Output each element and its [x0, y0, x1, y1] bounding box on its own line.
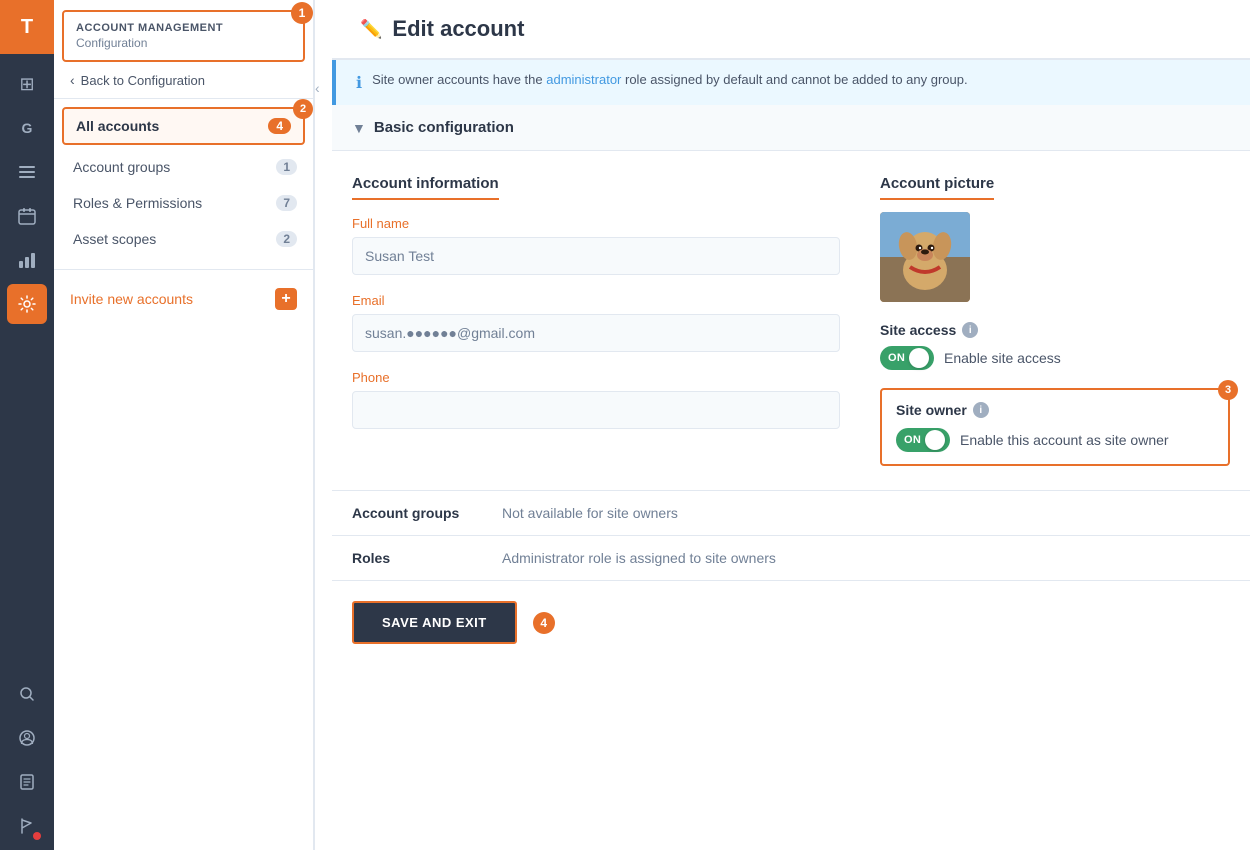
sidebar-item-badge: 2 [293, 99, 313, 119]
form-right: Account picture [880, 175, 1230, 466]
collapse-arrow-icon: ‹ [315, 80, 320, 96]
settings-icon[interactable] [7, 284, 47, 324]
form-left: Account information Full name Email Phon… [352, 175, 840, 466]
invite-plus-icon: + [275, 288, 297, 310]
info-banner: ℹ Site owner accounts have the administr… [332, 60, 1250, 105]
site-owner-info-icon[interactable]: i [973, 402, 989, 418]
icon-nav-items: ⊞ G [0, 54, 54, 674]
sidebar-invite-label: Invite new accounts [70, 291, 193, 307]
chevron-left-icon: ‹ [70, 72, 75, 88]
site-access-info-icon[interactable]: i [962, 322, 978, 338]
account-avatar[interactable] [880, 212, 970, 302]
toggle-knob [909, 348, 929, 368]
account-picture-section: Account picture [880, 175, 1230, 302]
form-area: Account information Full name Email Phon… [332, 151, 1250, 490]
account-info-heading: Account information [352, 175, 499, 200]
sidebar-item-label: Account groups [73, 159, 170, 175]
email-field: Email [352, 293, 840, 352]
site-owner-section: 3 Site owner i ON Enable this account as… [880, 388, 1230, 466]
sidebar-invite-btn[interactable]: Invite new accounts + [54, 278, 313, 320]
save-area: SAVE AND EXIT 4 [332, 580, 1250, 664]
toggle-on-label: ON [900, 434, 925, 446]
site-access-toggle-text: Enable site access [944, 350, 1061, 366]
sidebar-divider [54, 269, 313, 270]
sidebar-header-sub: Configuration [76, 36, 291, 50]
sidebar-header: 1 ACCOUNT MANAGEMENT Configuration [62, 10, 305, 62]
sidebar-item-count: 2 [276, 231, 297, 247]
sidebar-header-badge: 1 [291, 2, 313, 24]
full-name-label: Full name [352, 216, 840, 231]
analytics-icon[interactable]: G [7, 108, 47, 148]
sidebar-item-label: Asset scopes [73, 231, 156, 247]
section-header[interactable]: ▼ Basic configuration [332, 105, 1250, 151]
info-icon: ℹ [356, 73, 362, 93]
account-picture-heading: Account picture [880, 175, 994, 200]
toggle-on-label: ON [884, 352, 909, 364]
notification-badge [33, 832, 41, 840]
icon-nav: T ⊞ G [0, 0, 54, 850]
account-groups-row: Account groups Not available for site ow… [332, 490, 1250, 535]
roles-value: Administrator role is assigned to site o… [502, 550, 776, 566]
main-header: ✏️ Edit account [332, 0, 1250, 59]
main-content: ✏️ Edit account ℹ Site owner accounts ha… [332, 0, 1250, 850]
save-and-exit-button[interactable]: SAVE AND EXIT [352, 601, 517, 644]
sidebar-item-count: 4 [268, 118, 291, 134]
save-badge: 4 [533, 612, 555, 634]
list-icon[interactable] [7, 152, 47, 192]
page-title: Edit account [392, 16, 524, 42]
phone-label: Phone [352, 370, 840, 385]
site-owner-label: Site owner [896, 402, 967, 418]
roles-label: Roles [352, 550, 482, 566]
site-access-label: Site access [880, 322, 956, 338]
info-text: Site owner accounts have the administrat… [372, 72, 968, 87]
site-access-toggle[interactable]: ON [880, 346, 934, 370]
user-avatar[interactable]: T [0, 0, 54, 54]
account-groups-label: Account groups [352, 505, 482, 521]
sidebar-back-label: Back to Configuration [81, 73, 205, 88]
pencil-icon: ✏️ [360, 19, 382, 40]
site-owner-toggle[interactable]: ON [896, 428, 950, 452]
sidebar-collapse-panel[interactable]: ‹ [314, 0, 332, 850]
phone-input[interactable] [352, 391, 840, 429]
toggle-knob [925, 430, 945, 450]
sidebar-item-asset-scopes[interactable]: Asset scopes 2 [54, 221, 313, 257]
site-owner-badge: 3 [1218, 380, 1238, 400]
sidebar-item-all-accounts[interactable]: All accounts 4 2 [62, 107, 305, 145]
site-access-section: Site access i ON Enable site access 3 [880, 322, 1230, 466]
docs-icon[interactable] [7, 762, 47, 802]
roles-row: Roles Administrator role is assigned to … [332, 535, 1250, 580]
sidebar-item-label: Roles & Permissions [73, 195, 202, 211]
sidebar-item-count: 1 [276, 159, 297, 175]
full-name-field: Full name [352, 216, 840, 275]
site-owner-toggle-text: Enable this account as site owner [960, 432, 1169, 448]
sidebar-item-roles[interactable]: Roles & Permissions 7 [54, 185, 313, 221]
calendar-icon[interactable] [7, 196, 47, 236]
sidebar: 1 ACCOUNT MANAGEMENT Configuration ‹ Bac… [54, 0, 314, 850]
sidebar-header-title: ACCOUNT MANAGEMENT [76, 22, 291, 34]
user-circle-icon[interactable] [7, 718, 47, 758]
full-name-input[interactable] [352, 237, 840, 275]
email-label: Email [352, 293, 840, 308]
section-chevron-icon: ▼ [352, 120, 366, 136]
email-input[interactable] [352, 314, 840, 352]
search-icon[interactable] [7, 674, 47, 714]
sidebar-nav: All accounts 4 2 Account groups 1 Roles … [54, 99, 313, 261]
site-access-toggle-row: Site access i ON Enable site access [880, 322, 1230, 370]
sidebar-item-label: All accounts [76, 118, 159, 134]
account-groups-value: Not available for site owners [502, 505, 678, 521]
sidebar-item-count: 7 [276, 195, 297, 211]
sidebar-item-account-groups[interactable]: Account groups 1 [54, 149, 313, 185]
flag-icon[interactable] [7, 806, 47, 846]
section-title: Basic configuration [374, 119, 514, 136]
dashboard-icon[interactable]: ⊞ [7, 64, 47, 104]
phone-field: Phone [352, 370, 840, 429]
info-link[interactable]: administrator [546, 72, 621, 87]
chart-icon[interactable] [7, 240, 47, 280]
icon-nav-bottom [7, 674, 47, 850]
sidebar-back-btn[interactable]: ‹ Back to Configuration [54, 62, 313, 99]
